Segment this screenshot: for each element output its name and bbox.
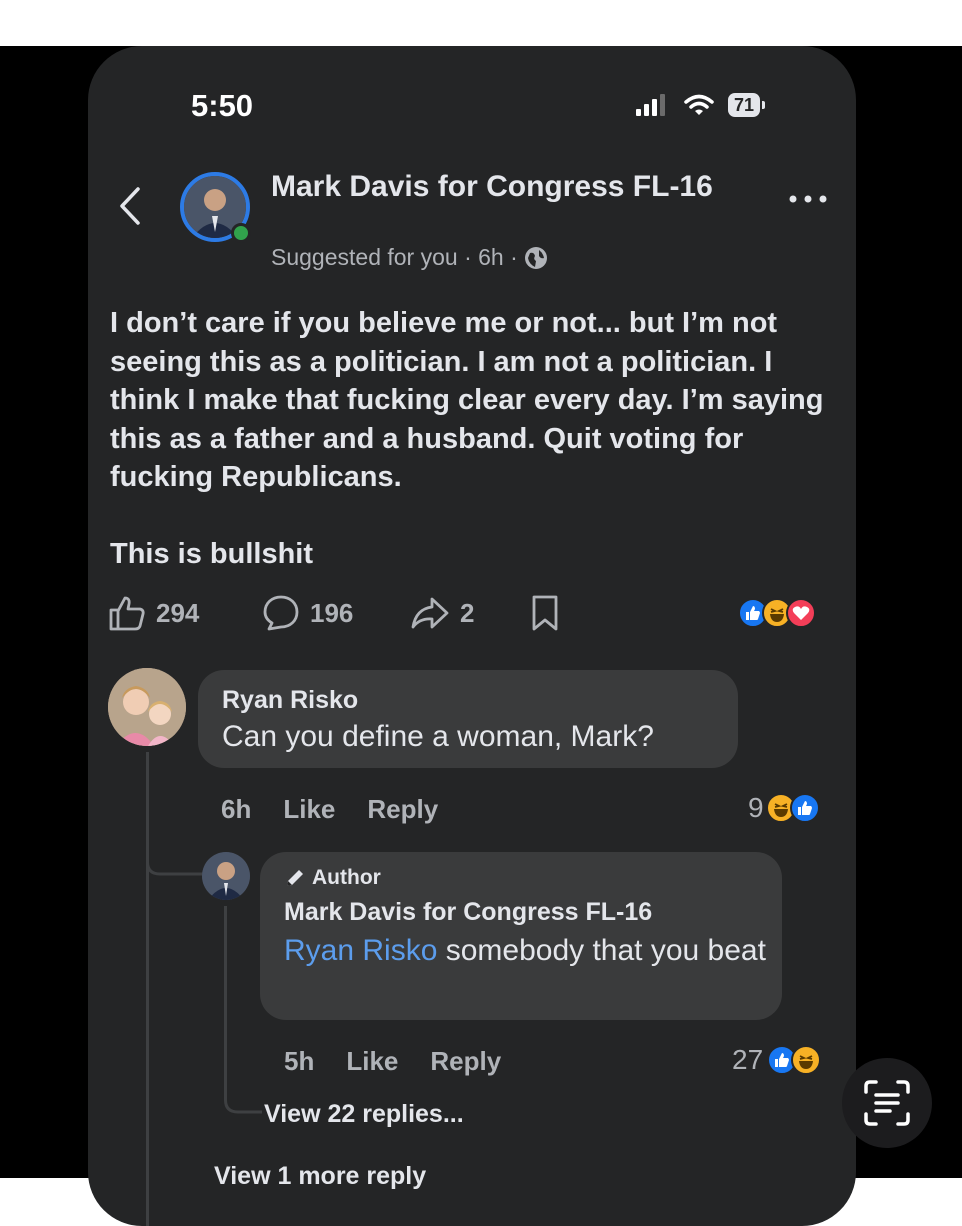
reply-text: Ryan Risko somebody that you beat [284,932,774,970]
status-time: 5:50 [191,88,254,123]
comment-time: 6h [221,794,252,824]
reply-actions: 5h Like Reply [284,1046,501,1077]
view-more-replies-link[interactable]: View 1 more reply [214,1162,426,1191]
globe-icon [524,246,547,269]
post-body: I don’t care if you believe me or not...… [110,304,840,573]
save-button[interactable] [530,594,560,632]
reply-reactions[interactable]: 27 [732,1044,822,1076]
share-count: 2 [460,597,475,628]
phone-screen: 5:50 71 Mark Davis for Congress FL-16 Su… [88,46,856,1226]
author-badge-label: Author [312,866,381,889]
thumbs-up-icon [109,596,145,631]
thread-line [146,752,149,1226]
reply-reply-button[interactable]: Reply [430,1046,501,1077]
like-button[interactable]: 294 [108,594,199,632]
thread-connector [146,842,204,876]
status-icons: 71 [636,92,766,118]
battery-indicator: 71 [728,93,766,117]
post-paragraph: This is bullshit [110,537,314,570]
comment-bubble[interactable]: Ryan Risko Can you define a woman, Mark? [198,670,738,768]
post-meta: Suggested for you · 6h · [271,244,548,271]
comment-text: Can you define a woman, Mark? [222,720,654,753]
reply-author-avatar[interactable] [202,852,250,900]
comment-reply-button[interactable]: Reply [367,794,438,825]
share-icon [411,597,449,629]
wifi-icon [684,94,714,115]
reply-bubble[interactable]: Author Mark Davis for Congress FL-16 Rya… [260,852,782,1020]
reply-like-button[interactable]: Like [346,1046,398,1077]
post-meta-text: Suggested for you · 6h · [271,244,518,270]
bookmark-icon [532,595,558,631]
pencil-icon [287,870,303,886]
like-count: 294 [156,597,200,628]
comment-count: 196 [310,597,354,628]
comment-actions: 6h Like Reply [221,794,438,825]
text-scan-icon [864,1080,910,1126]
like-reaction-icon [789,793,820,823]
comment-icon [263,595,299,631]
more-options-icon[interactable] [788,192,828,210]
view-replies-link[interactable]: View 22 replies... [264,1100,464,1129]
haha-reaction-icon [791,1045,822,1075]
reply-text-body: somebody that you beat [437,934,766,967]
reaction-summary[interactable] [738,598,816,628]
comment-reaction-count: 9 [748,792,764,823]
commenter-avatar[interactable] [108,668,186,746]
signal-icon [636,94,665,116]
reply-time: 5h [284,1046,315,1076]
reply-reaction-count: 27 [732,1044,764,1075]
thread-connector [224,1086,262,1114]
online-status-dot [231,223,251,243]
live-text-button[interactable] [842,1058,932,1148]
thread-line [224,906,227,1096]
share-button[interactable]: 2 [410,594,474,632]
back-icon[interactable] [118,186,142,231]
reply-author[interactable]: Mark Davis for Congress FL-16 [284,898,652,927]
love-reaction-icon [786,598,816,628]
post-paragraph: I don’t care if you believe me or not...… [110,307,824,493]
page-name[interactable]: Mark Davis for Congress FL-16 [271,168,731,205]
comment-button[interactable]: 196 [262,594,353,632]
comment-reactions[interactable]: 9 [748,792,820,824]
comment-like-button[interactable]: Like [283,794,335,825]
reply-mention[interactable]: Ryan Risko [284,934,437,967]
comment-author[interactable]: Ryan Risko [222,686,358,715]
author-badge: Author [284,866,381,890]
